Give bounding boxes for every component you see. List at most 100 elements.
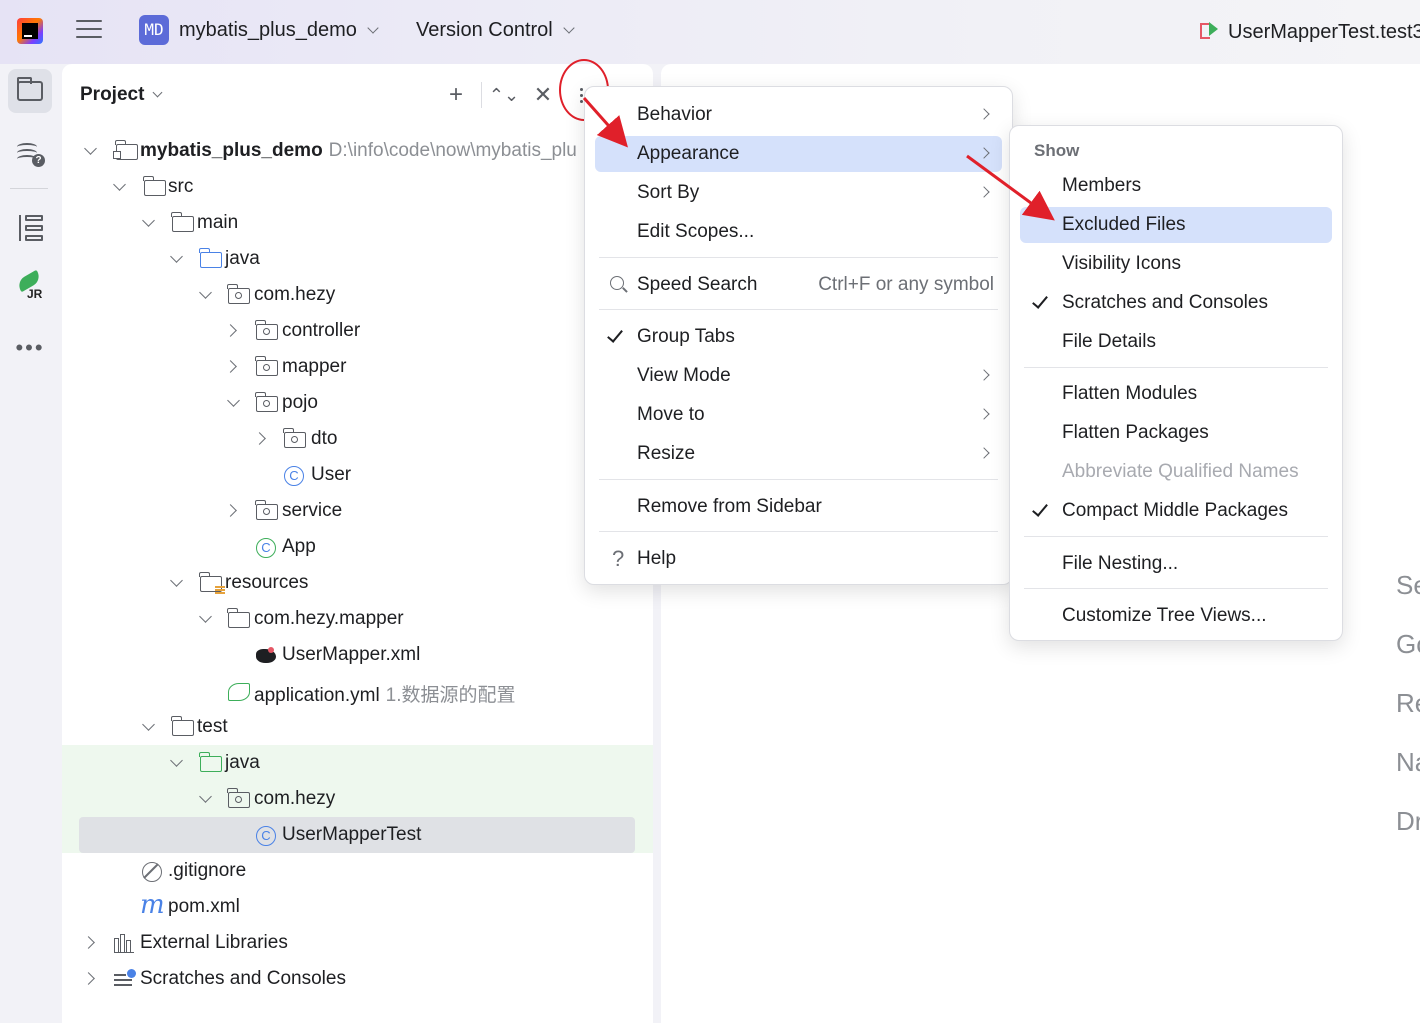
tree-row[interactable]: UserMapper.xml xyxy=(62,637,653,673)
run-configuration-selector[interactable]: UserMapperTest.test3 xyxy=(1198,19,1420,44)
submenu-header: Show xyxy=(1034,141,1080,160)
project-tool-button[interactable] xyxy=(8,69,52,113)
menu-item-edit-scopes[interactable]: Edit Scopes... xyxy=(595,214,1002,250)
tree-row[interactable]: C App xyxy=(62,529,653,565)
tree-row[interactable]: .gitignore xyxy=(62,853,653,889)
tree-row[interactable]: application.yml 1.数据源的配置 xyxy=(62,673,653,709)
chevron-right-icon[interactable] xyxy=(82,936,95,949)
tree-label: com.hezy xyxy=(254,788,336,809)
tree-row[interactable]: Scratches and Consoles xyxy=(62,961,653,997)
project-badge[interactable]: MD xyxy=(139,15,169,45)
menu-item-resize[interactable]: Resize xyxy=(595,436,1002,472)
tree-row[interactable]: External Libraries xyxy=(62,925,653,961)
resources-folder-icon xyxy=(199,572,225,594)
tree-row[interactable]: com.hezy xyxy=(62,781,653,817)
chevron-down-icon xyxy=(367,22,379,34)
spring-boot-app-icon: C xyxy=(256,538,276,558)
tree-row[interactable]: dto xyxy=(62,421,653,457)
menu-item-file-details[interactable]: File Details xyxy=(1020,324,1332,360)
tree-row[interactable]: com.hezy.mapper xyxy=(62,601,653,637)
learn-tool-button[interactable]: ? xyxy=(8,130,52,174)
chevron-down-icon[interactable] xyxy=(170,574,183,587)
chevron-down-icon[interactable] xyxy=(170,754,183,767)
more-tools-button[interactable]: ••• xyxy=(8,326,52,370)
checkmark-icon xyxy=(607,326,623,343)
chevron-down-icon[interactable] xyxy=(199,610,212,623)
tree-row[interactable]: src xyxy=(62,169,653,205)
chevron-down-icon[interactable] xyxy=(199,790,212,803)
tree-row[interactable]: m pom.xml xyxy=(62,889,653,925)
tree-row[interactable]: controller xyxy=(62,313,653,349)
chevron-right-icon[interactable] xyxy=(224,324,237,337)
tree-label: UserMapperTest xyxy=(282,824,422,845)
editor-hint: Na xyxy=(1396,747,1420,777)
tree-row[interactable]: mapper xyxy=(62,349,653,385)
tree-row-selected[interactable]: C UserMapperTest xyxy=(62,817,653,853)
chevron-down-icon[interactable] xyxy=(227,394,240,407)
menu-item-flatten-packages[interactable]: Flatten Packages xyxy=(1020,415,1332,451)
menu-item-speed-search[interactable]: Speed Search Ctrl+F or any symbol xyxy=(595,267,1002,303)
tree-row[interactable]: resources xyxy=(62,565,653,601)
menu-item-appearance[interactable]: Appearance xyxy=(595,136,1002,172)
collapse-all-icon[interactable]: ✕ xyxy=(528,80,558,110)
tree-row[interactable]: main xyxy=(62,205,653,241)
menu-item-view-mode[interactable]: View Mode xyxy=(595,358,1002,394)
checkmark-icon xyxy=(1032,292,1048,309)
menu-item-compact-middle-packages[interactable]: Compact Middle Packages xyxy=(1020,493,1332,529)
tree-row[interactable]: C User xyxy=(62,457,653,493)
chevron-right-icon[interactable] xyxy=(82,972,95,985)
add-icon[interactable]: + xyxy=(441,80,471,110)
menu-item-excluded-files[interactable]: Excluded Files xyxy=(1020,207,1332,243)
intellij-logo-icon[interactable] xyxy=(17,18,43,44)
version-control-menu[interactable]: Version Control xyxy=(416,19,575,42)
source-folder-icon xyxy=(199,248,222,268)
submenu-arrow-icon xyxy=(978,147,990,159)
menu-item-visibility-icons[interactable]: Visibility Icons xyxy=(1020,246,1332,282)
search-icon xyxy=(610,276,624,290)
menu-item-members[interactable]: Members xyxy=(1020,168,1332,204)
chevron-down-icon[interactable] xyxy=(142,214,155,227)
chevron-down-icon[interactable] xyxy=(142,718,155,731)
tree-row[interactable]: pojo xyxy=(62,385,653,421)
chevron-down-icon[interactable] xyxy=(113,178,126,191)
tree-label: service xyxy=(282,500,343,521)
chevron-down-icon[interactable] xyxy=(199,286,212,299)
menu-item-remove-from-sidebar[interactable]: Remove from Sidebar xyxy=(595,489,1002,525)
menu-item-scratches-and-consoles[interactable]: Scratches and Consoles xyxy=(1020,285,1332,321)
chevron-down-icon[interactable] xyxy=(84,142,97,155)
tree-label: main xyxy=(197,212,239,233)
tree-label: controller xyxy=(282,320,361,341)
chevron-right-icon[interactable] xyxy=(253,432,266,445)
menu-item-behavior[interactable]: Behavior xyxy=(595,97,1002,133)
expand-all-icon[interactable]: ⌃⌄ xyxy=(489,80,519,110)
menu-item-help[interactable]: ? Help xyxy=(595,541,1002,577)
menu-item-flatten-modules[interactable]: Flatten Modules xyxy=(1020,376,1332,412)
tree-row[interactable]: com.hezy xyxy=(62,277,653,313)
chevron-right-icon[interactable] xyxy=(224,504,237,517)
tree-row[interactable]: mybatis_plus_demo D:\info\code\now\mybati… xyxy=(62,133,653,169)
package-icon xyxy=(255,500,278,520)
tree-row[interactable]: java xyxy=(62,745,653,781)
structure-tool-button[interactable] xyxy=(8,206,52,250)
jrebel-tool-button[interactable]: JR xyxy=(8,266,52,310)
menu-item-sort-by[interactable]: Sort By xyxy=(595,175,1002,211)
project-view-selector[interactable]: Project xyxy=(80,84,163,106)
project-name: mybatis_plus_demo xyxy=(179,19,357,41)
main-menu-icon[interactable] xyxy=(76,20,102,42)
chevron-down-icon[interactable] xyxy=(170,250,183,263)
help-icon: ? xyxy=(612,546,625,571)
folder-icon xyxy=(17,77,43,101)
menu-item-customize-tree-views[interactable]: Customize Tree Views... xyxy=(1020,598,1332,634)
project-switcher[interactable]: mybatis_plus_demo xyxy=(179,19,379,42)
menu-item-file-nesting[interactable]: File Nesting... xyxy=(1020,546,1332,582)
scratches-icon xyxy=(114,969,136,989)
run-config-label: UserMapperTest.test3 xyxy=(1228,21,1420,43)
tree-row[interactable]: test xyxy=(62,709,653,745)
tree-row[interactable]: java xyxy=(62,241,653,277)
menu-item-move-to[interactable]: Move to xyxy=(595,397,1002,433)
folder-icon xyxy=(171,212,194,232)
chevron-right-icon[interactable] xyxy=(224,360,237,373)
tree-row[interactable]: service xyxy=(62,493,653,529)
menu-item-group-tabs[interactable]: Group Tabs xyxy=(595,319,1002,355)
spring-yml-icon xyxy=(228,683,250,701)
